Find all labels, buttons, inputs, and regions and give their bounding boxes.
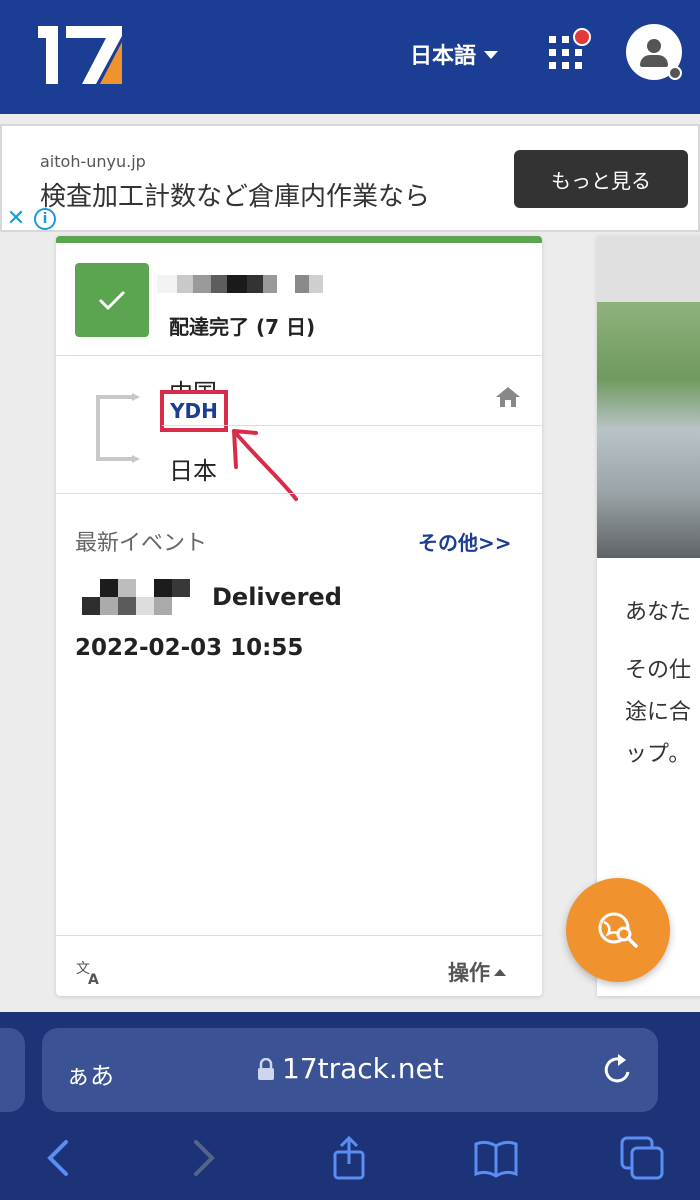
delivered-status-icon <box>75 263 149 337</box>
ad-headline[interactable]: 検査加工計数など倉庫内作業なら <box>40 176 430 213</box>
bookmarks-icon[interactable] <box>474 1136 518 1180</box>
tabs-icon[interactable] <box>620 1136 664 1180</box>
side-card-top <box>597 236 700 302</box>
ad-banner[interactable]: aitoh-unyu.jp 検査加工計数など倉庫内作業なら もっと見る ✕ i <box>0 124 700 232</box>
chevron-down-icon <box>484 51 499 59</box>
browser-toolbar: ぁあ 17track.net <box>0 1012 700 1200</box>
side-card-text-2: その仕 <box>625 658 692 683</box>
avatar[interactable] <box>626 24 682 80</box>
route-icon <box>96 393 140 463</box>
divider <box>56 493 542 494</box>
redacted-tracking-number <box>157 275 323 293</box>
address-bar[interactable]: ぁあ 17track.net <box>42 1028 658 1112</box>
close-icon[interactable]: ✕ <box>2 206 30 232</box>
tracking-card: 配達完了 (7 日) 中国 YDH 日本 最新イベント その他>> Delive… <box>56 236 542 996</box>
text-size-button[interactable]: ぁあ <box>66 1056 114 1091</box>
side-card-text-3: 途に合 <box>625 700 692 725</box>
destination-country: 日本 <box>169 457 217 485</box>
event-time: 2022-02-03 10:55 <box>75 635 304 661</box>
side-card-text-4: ップ。 <box>625 742 691 767</box>
check-icon <box>98 290 126 311</box>
caret-up-icon <box>494 968 506 976</box>
notification-badge <box>573 28 591 46</box>
side-card-text-1: あなた <box>625 600 692 625</box>
previous-tab-preview[interactable] <box>0 1028 25 1112</box>
divider <box>162 425 542 426</box>
ad-cta-button[interactable]: もっと見る <box>514 150 688 208</box>
more-events-link[interactable]: その他>> <box>418 527 512 556</box>
redacted-event-location <box>64 579 190 615</box>
share-icon[interactable] <box>327 1136 371 1180</box>
track-search-button[interactable] <box>566 878 670 982</box>
language-selector[interactable]: 日本語 <box>410 38 499 70</box>
apps-grid-icon[interactable] <box>549 28 591 70</box>
lock-icon <box>258 1057 274 1080</box>
home-icon[interactable] <box>494 385 522 409</box>
latest-events-title: 最新イベント <box>75 531 208 556</box>
reload-icon[interactable] <box>602 1052 634 1088</box>
status-dot <box>668 66 682 80</box>
forward-icon[interactable] <box>180 1136 224 1180</box>
delivery-status: 配達完了 (7 日) <box>169 315 316 339</box>
divider <box>56 355 542 356</box>
url-text: 17track.net <box>282 1052 444 1085</box>
event-status: Delivered <box>212 583 342 611</box>
back-icon[interactable] <box>38 1136 82 1180</box>
operations-label: 操作 <box>448 961 490 985</box>
top-header: 日本語 <box>0 0 700 114</box>
info-icon[interactable]: i <box>34 208 56 230</box>
language-label: 日本語 <box>410 44 477 69</box>
ad-domain: aitoh-unyu.jp <box>40 152 146 171</box>
globe-search-icon <box>598 912 638 948</box>
divider <box>56 935 542 936</box>
carrier-link[interactable]: YDH <box>170 399 218 423</box>
side-card-image <box>597 302 700 558</box>
translate-icon[interactable]: 文 A <box>76 959 104 985</box>
operations-menu[interactable]: 操作 <box>448 957 506 987</box>
17track-logo[interactable] <box>36 22 126 86</box>
svg-text:A: A <box>88 972 99 985</box>
